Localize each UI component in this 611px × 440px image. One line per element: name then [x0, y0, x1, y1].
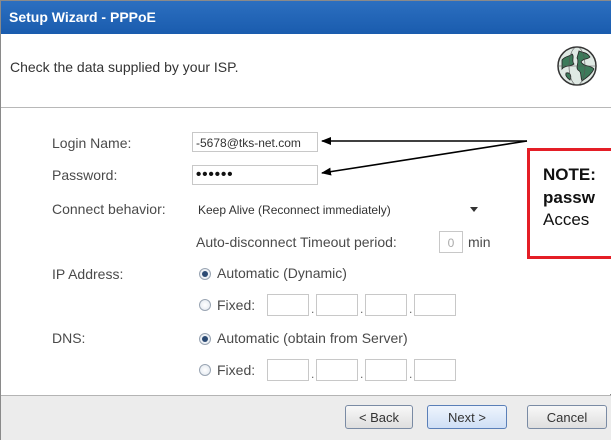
- dns-dot: .: [409, 367, 413, 381]
- ip-dot: .: [409, 302, 413, 316]
- dns-octet-1-input[interactable]: [267, 359, 309, 381]
- ip-automatic-radio[interactable]: [199, 268, 211, 280]
- login-name-label: Login Name:: [52, 135, 132, 151]
- wizard-header: Check the data supplied by your ISP.: [1, 34, 611, 108]
- timeout-input[interactable]: 0: [439, 231, 463, 253]
- connect-behavior-select[interactable]: Keep Alive (Reconnect immediately): [194, 199, 486, 221]
- note-line-2: passw: [543, 188, 595, 207]
- dns-automatic-label: Automatic (obtain from Server): [217, 330, 408, 346]
- dns-octet-3-input[interactable]: [365, 359, 407, 381]
- cancel-button[interactable]: Cancel: [527, 405, 607, 429]
- dns-label: DNS:: [52, 330, 86, 346]
- dns-dot: .: [311, 367, 315, 381]
- back-button[interactable]: < Back: [345, 405, 413, 429]
- ip-octet-4-input[interactable]: [414, 294, 456, 316]
- dns-octet-4-input[interactable]: [414, 359, 456, 381]
- wizard-footer: [1, 395, 611, 440]
- password-label: Password:: [52, 167, 118, 183]
- title-bar: Setup Wizard - PPPoE: [1, 1, 611, 34]
- ip-automatic-label: Automatic (Dynamic): [217, 265, 347, 281]
- connect-behavior-value: Keep Alive (Reconnect immediately): [198, 203, 391, 217]
- connect-behavior-label: Connect behavior:: [52, 201, 166, 217]
- dns-fixed-radio[interactable]: [199, 364, 211, 376]
- ip-dot: .: [360, 302, 364, 316]
- dns-automatic-radio[interactable]: [199, 333, 211, 345]
- dns-dot: .: [360, 367, 364, 381]
- next-button[interactable]: Next >: [427, 405, 507, 429]
- ip-address-label: IP Address:: [52, 266, 124, 282]
- note-line-1: NOTE:: [543, 165, 596, 184]
- globe-icon: [557, 46, 597, 86]
- annotation-note-box: NOTE: passw Acces: [527, 148, 611, 259]
- timeout-label: Auto-disconnect Timeout period:: [196, 234, 397, 250]
- login-name-input[interactable]: -5678@tks-net.com: [192, 132, 318, 152]
- chevron-down-icon: [470, 207, 478, 212]
- window-title: Setup Wizard - PPPoE: [9, 9, 156, 25]
- timeout-unit: min: [468, 234, 491, 250]
- note-line-3: Acces: [543, 210, 590, 229]
- ip-dot: .: [311, 302, 315, 316]
- dns-octet-2-input[interactable]: [316, 359, 358, 381]
- ip-fixed-label: Fixed:: [217, 297, 256, 313]
- ip-fixed-radio[interactable]: [199, 299, 211, 311]
- password-input[interactable]: ••••••: [192, 165, 318, 185]
- ip-octet-1-input[interactable]: [267, 294, 309, 316]
- header-message: Check the data supplied by your ISP.: [10, 59, 239, 75]
- ip-octet-2-input[interactable]: [316, 294, 358, 316]
- ip-octet-3-input[interactable]: [365, 294, 407, 316]
- dns-fixed-label: Fixed:: [217, 362, 256, 378]
